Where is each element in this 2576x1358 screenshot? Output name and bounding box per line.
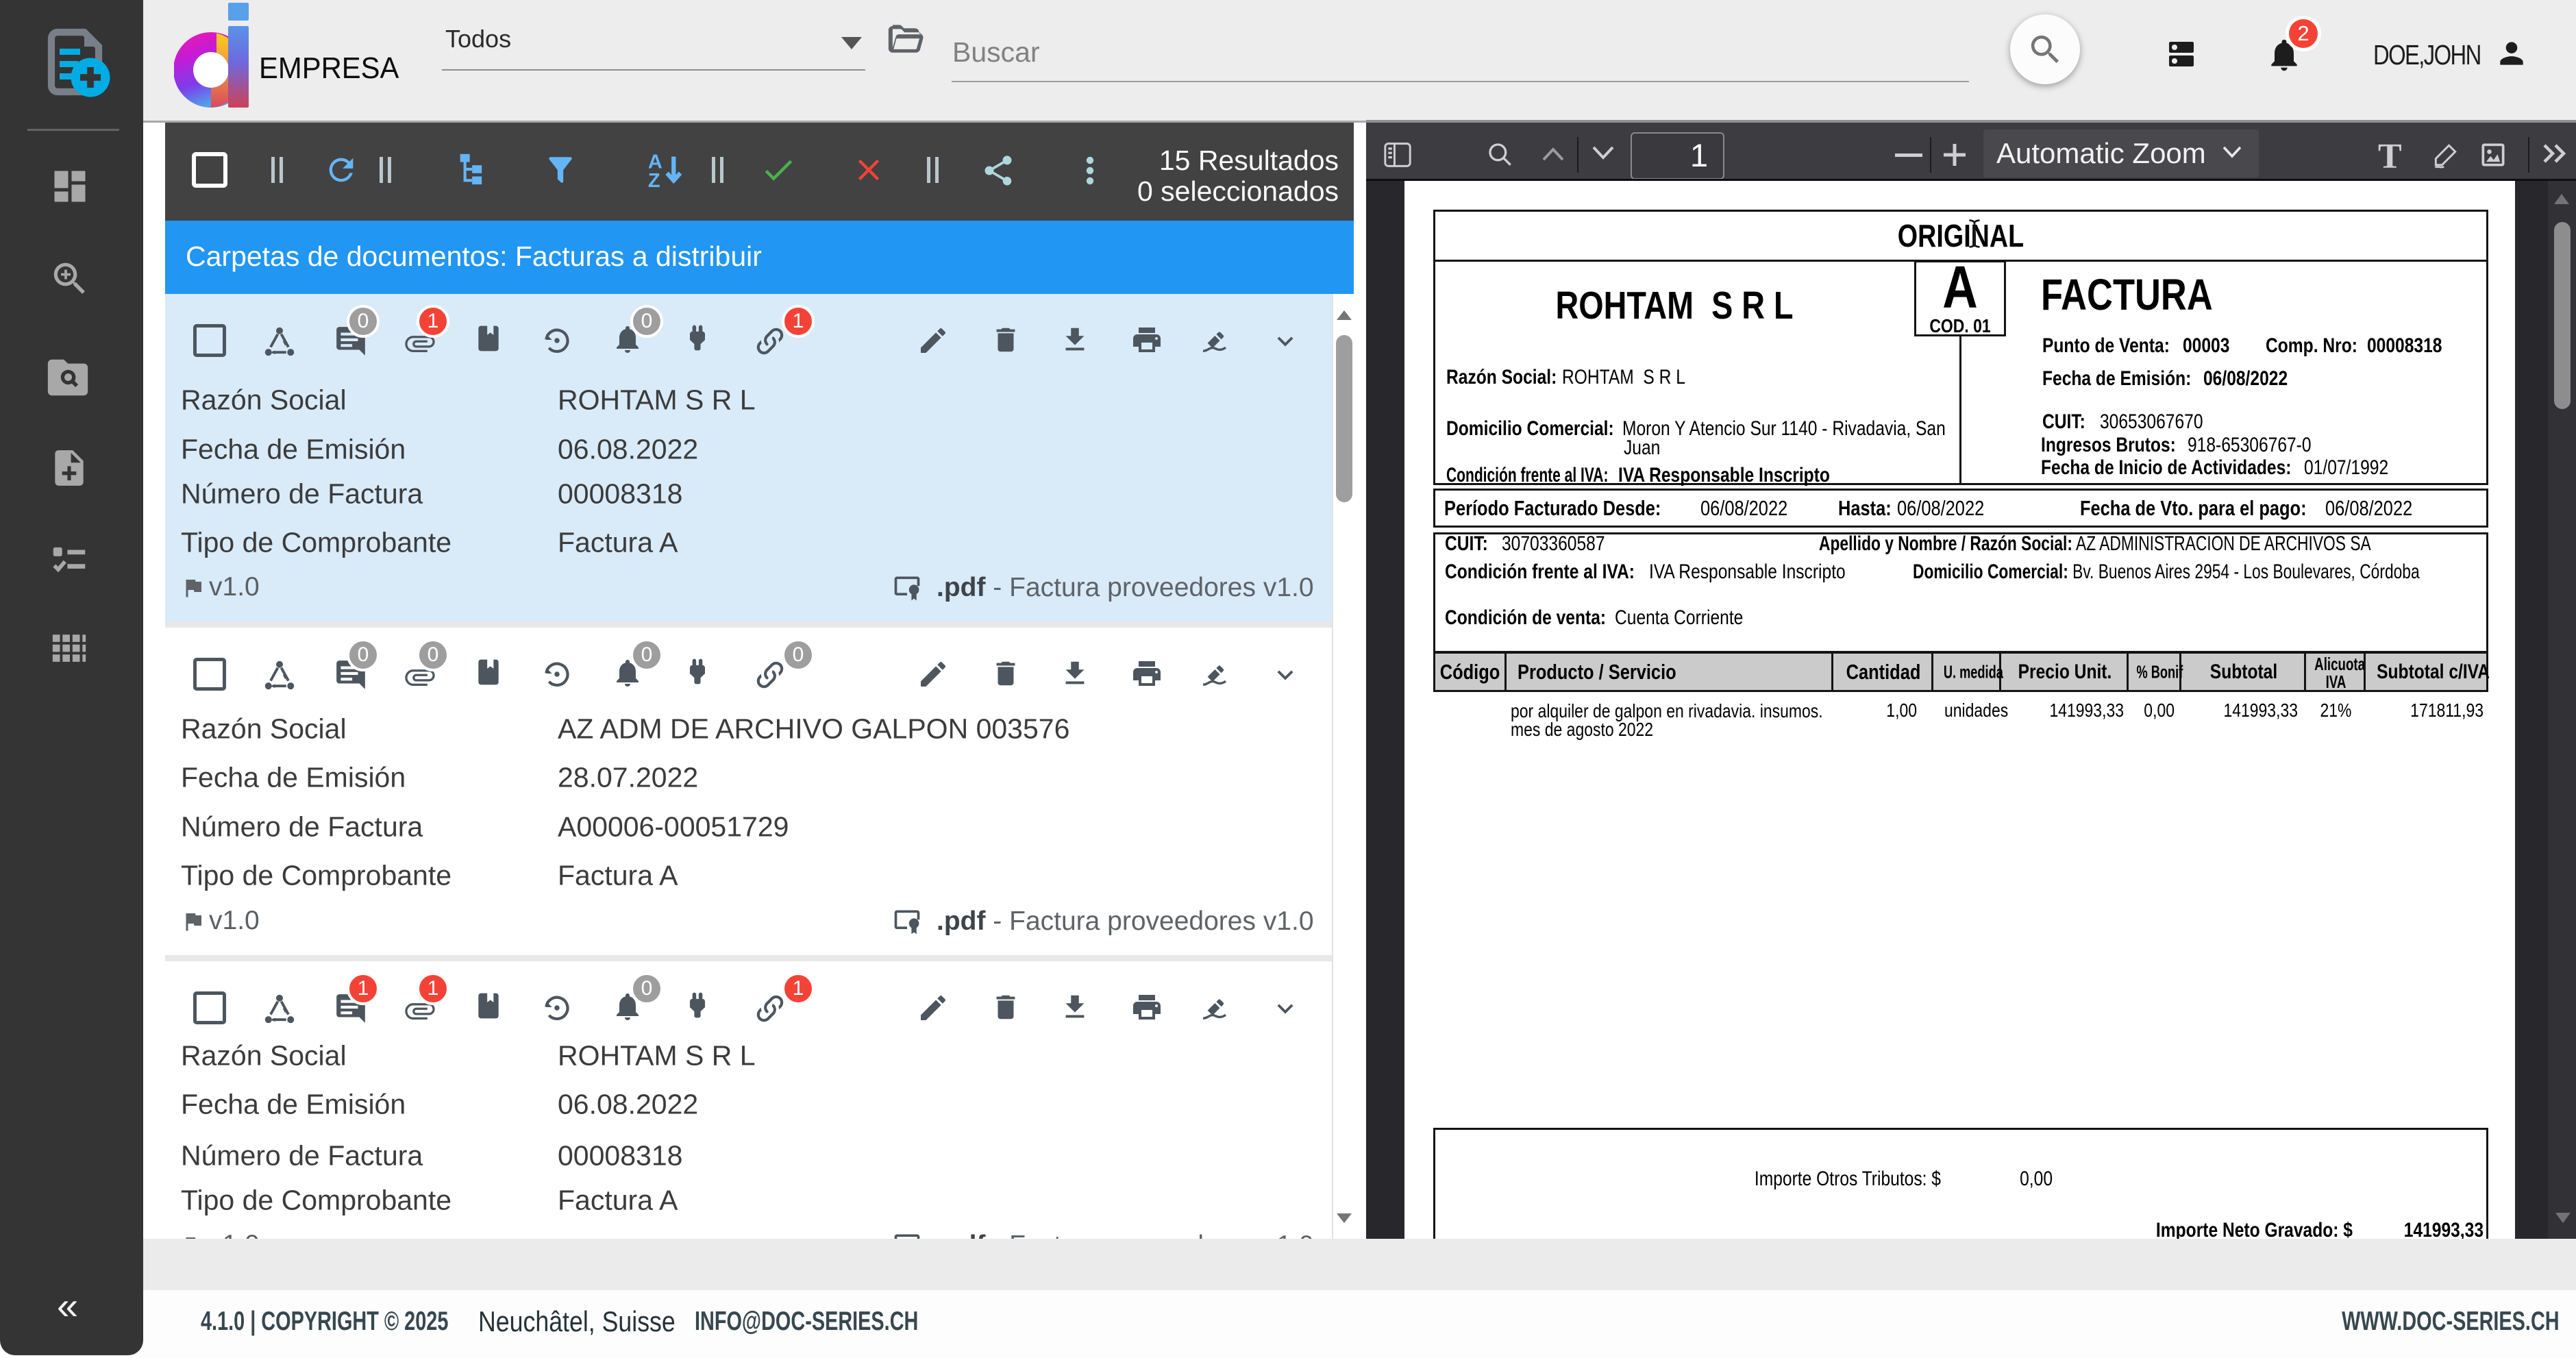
- svg-text:Z: Z: [648, 170, 660, 190]
